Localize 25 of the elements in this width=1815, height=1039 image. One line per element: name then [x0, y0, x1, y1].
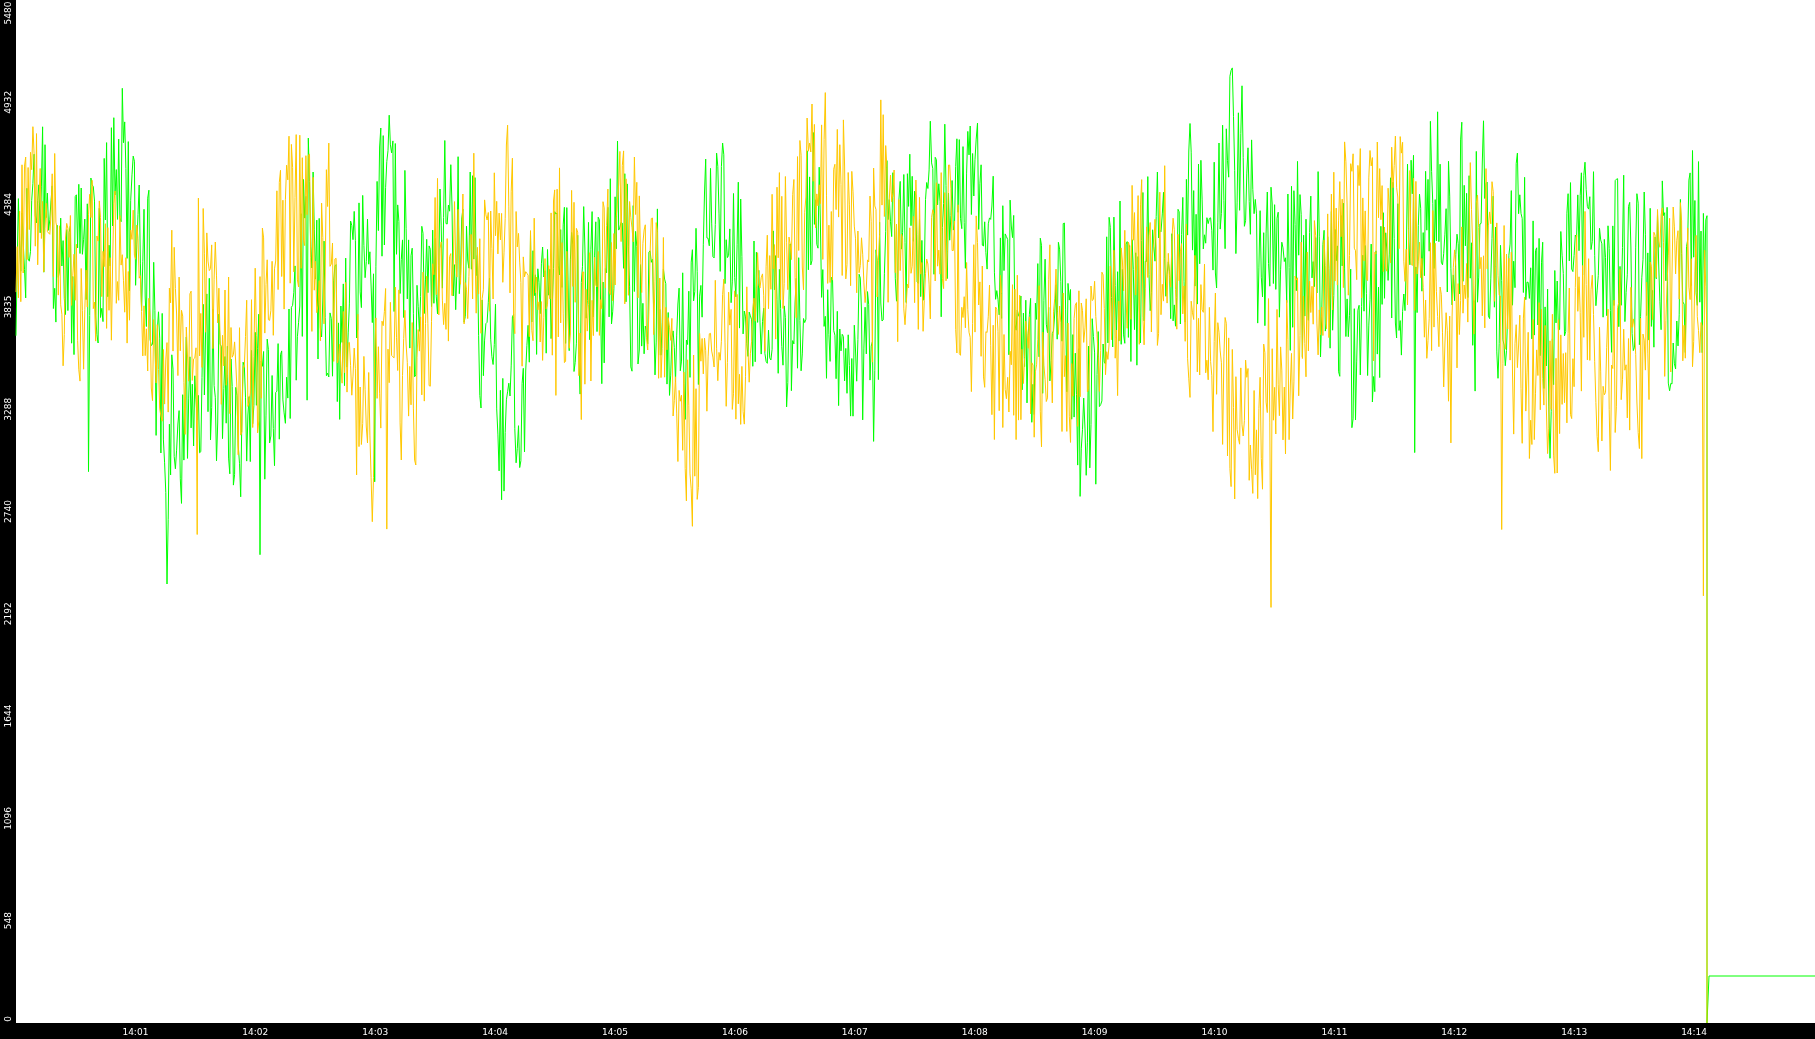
x-axis-label: 14:06 [721, 1027, 748, 1037]
y-axis-label: 0 [3, 1016, 13, 1022]
x-axis-label: 14:03 [362, 1027, 389, 1037]
x-axis-label: 14:14 [1681, 1027, 1708, 1037]
x-axis-label: 14:08 [961, 1027, 988, 1037]
x-axis-label: 14:01 [122, 1027, 149, 1037]
y-axis-label: 3835 [3, 295, 13, 319]
x-axis-label: 14:10 [1201, 1027, 1228, 1037]
y-axis-label: 1096 [3, 806, 13, 830]
y-axis-label: 1644 [3, 704, 13, 728]
x-axis-label: 14:09 [1081, 1027, 1108, 1037]
y-axis-label: 4384 [3, 193, 13, 217]
x-axis-label: 14:05 [602, 1027, 628, 1037]
y-axis-label: 4932 [3, 90, 13, 114]
y-axis-label: 2192 [3, 602, 13, 626]
x-axis-label: 14:13 [1561, 1027, 1588, 1037]
x-axis-label: 14:11 [1321, 1027, 1348, 1037]
x-axis-label: 14:12 [1441, 1027, 1468, 1037]
x-axis-label: 14:07 [841, 1027, 868, 1037]
y-axis-label: 548 [3, 912, 13, 930]
y-axis-label: 2740 [3, 500, 13, 523]
y-axis-label: 5480 [3, 1, 13, 25]
y-axis-label: 3288 [3, 397, 13, 421]
x-axis-label: 14:04 [482, 1027, 509, 1037]
x-axis-label: 14:02 [242, 1027, 269, 1037]
